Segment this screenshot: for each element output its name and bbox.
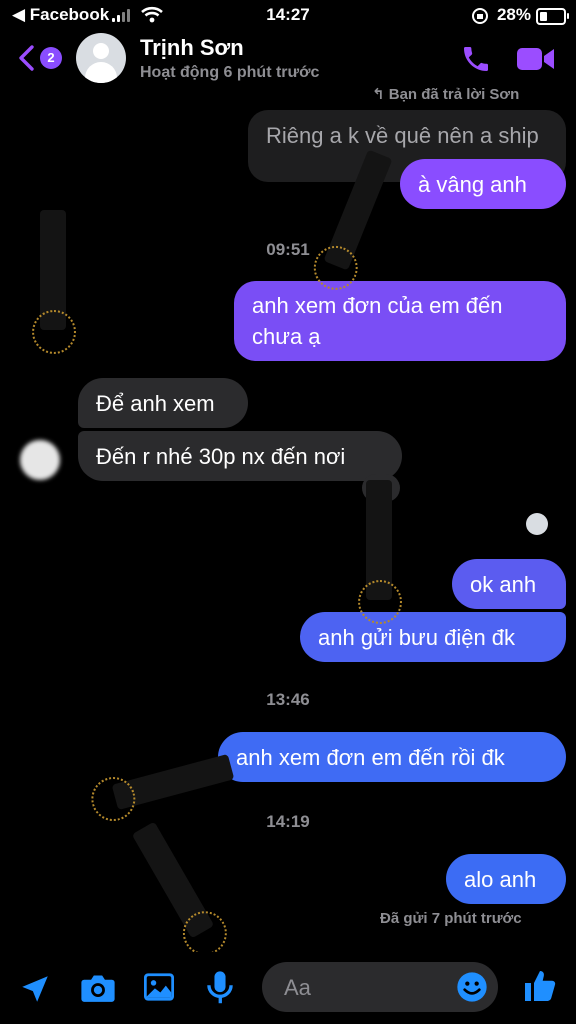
battery-percentage: 28% [496, 5, 531, 24]
message-input[interactable]: Aa [262, 962, 498, 1012]
orientation-lock-icon [472, 8, 488, 24]
status-bar: ◀ Facebook 14:27 28% [0, 0, 576, 30]
reply-note: ↰ Bạn đã trả lời Sơn [372, 86, 520, 103]
timestamp: 14:19 [266, 812, 310, 831]
message-outgoing[interactable]: anh gửi bưu điện đk [300, 612, 566, 662]
read-receipt-avatar [526, 513, 548, 535]
video-call-icon[interactable] [516, 45, 556, 73]
avatar[interactable] [76, 33, 126, 83]
message-line: anh xem đơn của em đến [252, 293, 503, 318]
watermark [111, 753, 235, 811]
location-arrow-icon[interactable] [18, 972, 52, 1006]
watermark [32, 210, 76, 354]
sent-status: Đã gửi 7 phút trước [380, 910, 522, 927]
clock: 14:27 [266, 5, 310, 24]
back-chevron-icon[interactable] [16, 44, 36, 72]
composer-bar: Aa [0, 952, 576, 1024]
emoji-icon[interactable] [456, 971, 488, 1003]
camera-icon[interactable] [80, 972, 116, 1004]
phone-icon[interactable] [460, 43, 492, 75]
microphone-icon[interactable] [206, 970, 234, 1006]
watermark [131, 821, 215, 939]
conversation-header: 2 Trịnh Sơn Hoạt động 6 phút trước [0, 30, 576, 88]
message-incoming[interactable]: Đến r nhé 30p nx đến nơi [78, 431, 402, 481]
unread-badge: 2 [40, 47, 62, 69]
message-outgoing[interactable]: alo anh [446, 854, 566, 904]
active-status: Hoạt động 6 phút trước [140, 64, 320, 81]
message-outgoing[interactable]: anh xem đơn của em đến chưa ạ [234, 281, 566, 361]
message-incoming[interactable]: Để anh xem [78, 378, 248, 428]
timestamp: 09:51 [266, 240, 310, 259]
message-input-placeholder: Aa [284, 975, 311, 1000]
gallery-icon[interactable] [142, 972, 176, 1002]
message-outgoing[interactable]: à vâng anh [400, 159, 566, 209]
thumbs-up-icon[interactable] [522, 968, 558, 1004]
message-line: chưa ạ [252, 324, 321, 349]
timestamp: 13:46 [266, 690, 310, 709]
battery-icon [536, 8, 569, 25]
message-outgoing[interactable]: ok anh [452, 559, 566, 609]
watermark [358, 480, 402, 624]
sender-avatar[interactable] [20, 440, 60, 480]
message-outgoing[interactable]: anh xem đơn em đến rồi đk [218, 732, 566, 782]
contact-name[interactable]: Trịnh Sơn [140, 35, 244, 61]
